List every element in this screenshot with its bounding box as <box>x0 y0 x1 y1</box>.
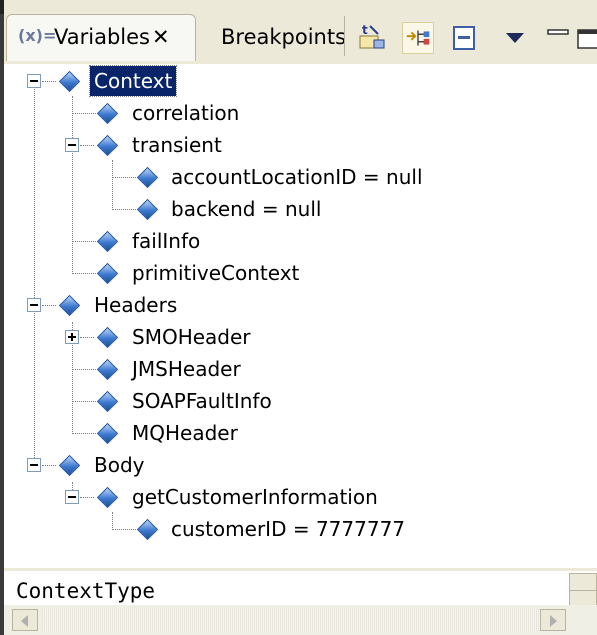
variable-icon <box>96 358 119 381</box>
detail-text: ContextType <box>16 579 156 603</box>
scrollbar-track[interactable] <box>42 609 562 631</box>
tree-node-label: Body <box>94 453 145 477</box>
tab-separator <box>344 16 345 56</box>
arrow-left-icon <box>21 615 28 627</box>
variable-icon <box>96 390 119 413</box>
tree-connector <box>42 465 56 466</box>
tree-connector <box>72 113 96 114</box>
show-logical-structure-icon[interactable] <box>402 22 434 54</box>
tree-node-get-customer-information[interactable]: getCustomerInformation <box>4 482 597 512</box>
variable-icon <box>96 102 119 125</box>
tree-node-transient[interactable]: transient <box>4 130 597 160</box>
maximize-icon[interactable] <box>574 22 597 54</box>
view-menu-icon[interactable] <box>500 22 532 54</box>
tree-connector <box>72 401 96 402</box>
tree-node-correlation[interactable]: correlation <box>4 98 597 128</box>
tree-node-label: transient <box>132 133 222 157</box>
variables-icon: (x)= <box>18 26 57 45</box>
tree-connector <box>112 529 136 530</box>
tree-node-account-location-id[interactable]: accountLocationID = null <box>4 162 597 192</box>
variable-icon <box>96 486 119 509</box>
tree-node-backend[interactable]: backend = null <box>4 194 597 224</box>
tree-connector <box>80 497 94 498</box>
tree-node-context[interactable]: Context <box>4 65 597 97</box>
tree-node-customer-id[interactable]: customerID = 7777777 <box>4 514 597 544</box>
expand-toggle[interactable] <box>65 330 79 344</box>
tree-node-label: getCustomerInformation <box>132 485 378 509</box>
collapse-toggle[interactable] <box>27 298 41 312</box>
tree-connector <box>72 273 96 274</box>
detail-pane[interactable]: ContextType <box>4 568 597 608</box>
tree-connector <box>72 369 96 370</box>
tree-connector <box>80 145 94 146</box>
variable-icon <box>136 198 159 221</box>
variable-icon <box>58 294 81 317</box>
collapse-all-icon[interactable] <box>448 22 480 54</box>
tree-node-label: accountLocationID = null <box>171 165 423 189</box>
scroll-right-button[interactable] <box>540 609 566 631</box>
tab-variables-label: Variables <box>54 25 150 49</box>
tree-node-label: JMSHeader <box>132 357 241 381</box>
tree-connector <box>72 433 96 434</box>
tree-node-label: correlation <box>132 101 240 125</box>
variable-icon <box>96 262 119 285</box>
collapse-toggle[interactable] <box>27 74 41 88</box>
variable-icon <box>136 518 159 541</box>
variable-icon <box>96 326 119 349</box>
tree-connector <box>42 305 56 306</box>
scroll-up-button[interactable] <box>569 573 597 591</box>
tab-breakpoints[interactable]: Breakpoints <box>221 25 346 49</box>
tree-node-label: backend = null <box>171 197 322 221</box>
variable-icon <box>136 166 159 189</box>
show-type-names-icon[interactable]: t <box>356 22 388 54</box>
variable-icon <box>58 70 81 93</box>
tree-node-label: primitiveContext <box>132 261 300 285</box>
tree-connector <box>80 337 94 338</box>
tree-node-label: SMOHeader <box>132 325 251 349</box>
tree-connector <box>42 81 56 82</box>
tree-connector <box>112 209 136 210</box>
collapse-toggle[interactable] <box>27 458 41 472</box>
variables-tree: Context correlation transient accountLoc… <box>4 64 597 564</box>
tree-node-jms-header[interactable]: JMSHeader <box>4 354 597 384</box>
tree-node-label: Context <box>88 65 178 97</box>
tab-bar: (x)= Variables ✕ Breakpoints t <box>4 0 597 65</box>
tree-connector <box>112 177 136 178</box>
collapse-toggle[interactable] <box>65 490 79 504</box>
tree-node-headers[interactable]: Headers <box>4 290 597 320</box>
variable-icon <box>58 454 81 477</box>
variable-icon <box>96 230 119 253</box>
tree-node-label: MQHeader <box>132 421 238 445</box>
close-icon[interactable]: ✕ <box>152 25 170 49</box>
tree-node-label: SOAPFaultInfo <box>132 389 272 413</box>
tree-node-label: Headers <box>94 293 178 317</box>
scroll-left-button[interactable] <box>12 609 38 631</box>
tree-node-primitive-context[interactable]: primitiveContext <box>4 258 597 288</box>
tree-node-label: failInfo <box>132 229 201 253</box>
tree-node-smo-header[interactable]: SMOHeader <box>4 322 597 352</box>
collapse-toggle[interactable] <box>65 138 79 152</box>
variable-icon <box>96 422 119 445</box>
minimize-icon[interactable] <box>544 22 576 54</box>
tree-node-fail-info[interactable]: failInfo <box>4 226 597 256</box>
tree-node-mq-header[interactable]: MQHeader <box>4 418 597 448</box>
tree-node-label: customerID = 7777777 <box>171 517 406 541</box>
tree-connector <box>72 241 96 242</box>
svg-text:t: t <box>362 23 368 37</box>
tree-node-soap-fault-info[interactable]: SOAPFaultInfo <box>4 386 597 416</box>
arrow-right-icon <box>550 615 557 627</box>
tree-node-body[interactable]: Body <box>4 450 597 480</box>
variable-icon <box>96 134 119 157</box>
horizontal-scrollbar[interactable] <box>4 605 597 635</box>
